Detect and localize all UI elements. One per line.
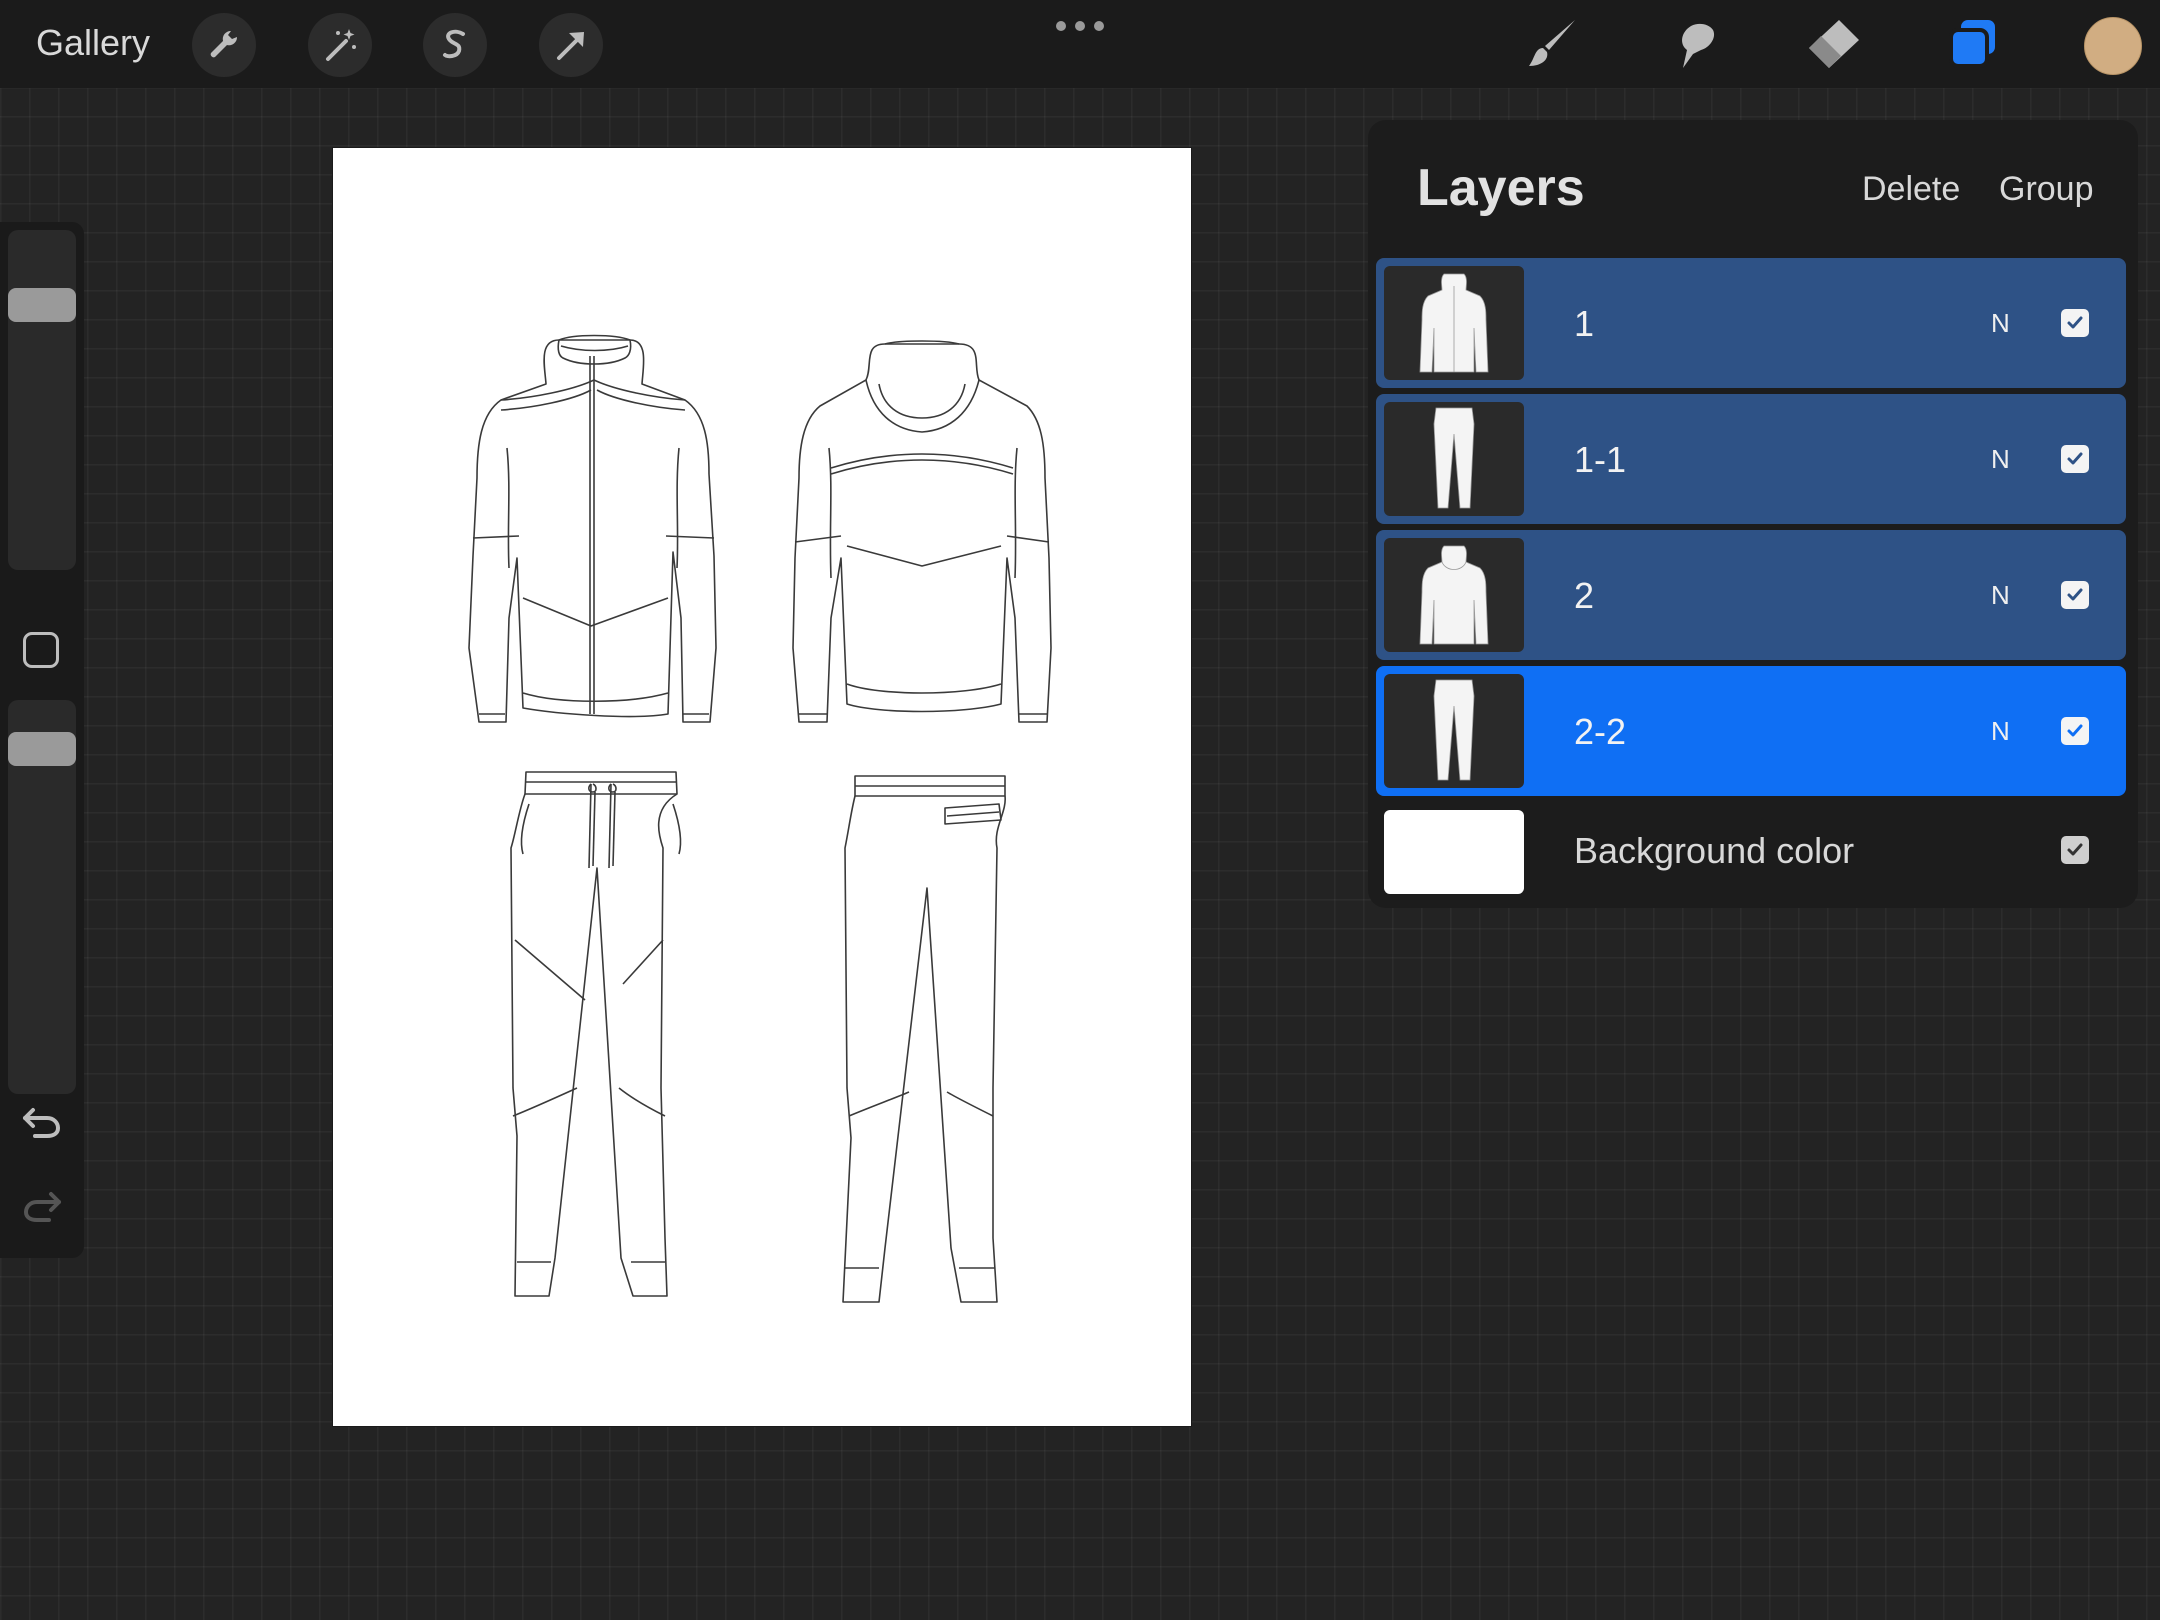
layers-button[interactable] <box>1938 10 2008 78</box>
color-picker-button[interactable] <box>2084 17 2142 75</box>
transform-button[interactable] <box>539 13 603 77</box>
gallery-button[interactable]: Gallery <box>36 22 150 64</box>
layer-name: 2 <box>1574 575 1595 616</box>
more-options-icon[interactable] <box>1052 16 1108 36</box>
background-color-swatch[interactable] <box>1384 810 1524 894</box>
left-sidebar <box>0 222 84 1258</box>
eraser-button[interactable] <box>1798 10 1868 78</box>
eraser-icon <box>1809 20 1859 68</box>
wrench-icon <box>210 30 238 58</box>
layer-name: 1 <box>1574 303 1595 344</box>
layer-thumbnail <box>1384 674 1524 788</box>
layers-panel: Layers Delete Group 1 N 1-1 N 2 N 2-2 N … <box>1368 120 2138 908</box>
jacket-back-drawing <box>792 340 1052 723</box>
background-visibility-checkbox[interactable] <box>2061 836 2089 864</box>
opacity-handle[interactable] <box>8 732 76 766</box>
visibility-checkbox[interactable] <box>2061 309 2089 337</box>
check-icon <box>2067 724 2083 737</box>
magic-wand-icon <box>326 29 356 61</box>
delete-button[interactable]: Delete <box>1862 170 1960 209</box>
pants-back-drawing <box>842 775 1006 1303</box>
jacket-thumbnail-icon <box>1419 273 1489 373</box>
modify-button[interactable] <box>23 632 59 668</box>
pants-thumbnail-icon <box>1433 407 1475 509</box>
blend-mode-button[interactable]: N <box>1991 444 2010 475</box>
adjustments-button[interactable] <box>308 13 372 77</box>
drawing-canvas[interactable] <box>333 148 1191 1426</box>
smudge-button[interactable] <box>1658 10 1728 78</box>
check-icon <box>2067 316 2083 329</box>
blend-mode-button[interactable]: N <box>1991 308 2010 339</box>
top-toolbar: Gallery <box>0 0 2160 88</box>
brush-button[interactable] <box>1518 10 1588 78</box>
smudge-icon <box>1682 23 1715 68</box>
visibility-checkbox[interactable] <box>2061 581 2089 609</box>
transform-arrow-icon <box>557 32 584 60</box>
undo-icon[interactable] <box>21 1102 63 1142</box>
background-color-row[interactable]: Background color <box>1376 806 2126 896</box>
selection-button[interactable] <box>423 13 487 77</box>
check-icon <box>2067 843 2083 856</box>
layer-row[interactable]: 1-1 N <box>1376 394 2126 524</box>
visibility-checkbox[interactable] <box>2061 717 2089 745</box>
blend-mode-button[interactable]: N <box>1991 580 2010 611</box>
layer-row[interactable]: 1 N <box>1376 258 2126 388</box>
layers-icon <box>1949 20 1995 68</box>
group-button[interactable]: Group <box>1999 170 2094 209</box>
pants-thumbnail-icon <box>1433 679 1475 781</box>
layer-thumbnail <box>1384 402 1524 516</box>
pants-front-drawing <box>510 771 682 1297</box>
jacket-front-drawing <box>468 334 717 723</box>
actions-button[interactable] <box>192 13 256 77</box>
brush-size-slider[interactable] <box>8 230 76 570</box>
blend-mode-button[interactable]: N <box>1991 716 2010 747</box>
layer-thumbnail <box>1384 538 1524 652</box>
layer-row-active[interactable]: 2-2 N <box>1376 666 2126 796</box>
layer-name: 2-2 <box>1574 711 1627 752</box>
background-color-label: Background color <box>1574 830 1855 871</box>
layer-name: 1-1 <box>1574 439 1627 480</box>
redo-icon[interactable] <box>21 1186 63 1226</box>
selection-icon <box>443 29 465 59</box>
jacket-thumbnail-icon <box>1419 545 1489 645</box>
brush-size-handle[interactable] <box>8 288 76 322</box>
check-icon <box>2067 588 2083 601</box>
layer-row[interactable]: 2 N <box>1376 530 2126 660</box>
tracksuit-flat-sketch <box>468 334 1052 1303</box>
check-icon <box>2067 452 2083 465</box>
brush-icon <box>1529 20 1575 66</box>
layers-title: Layers <box>1417 159 1585 217</box>
layer-thumbnail <box>1384 266 1524 380</box>
visibility-checkbox[interactable] <box>2061 445 2089 473</box>
